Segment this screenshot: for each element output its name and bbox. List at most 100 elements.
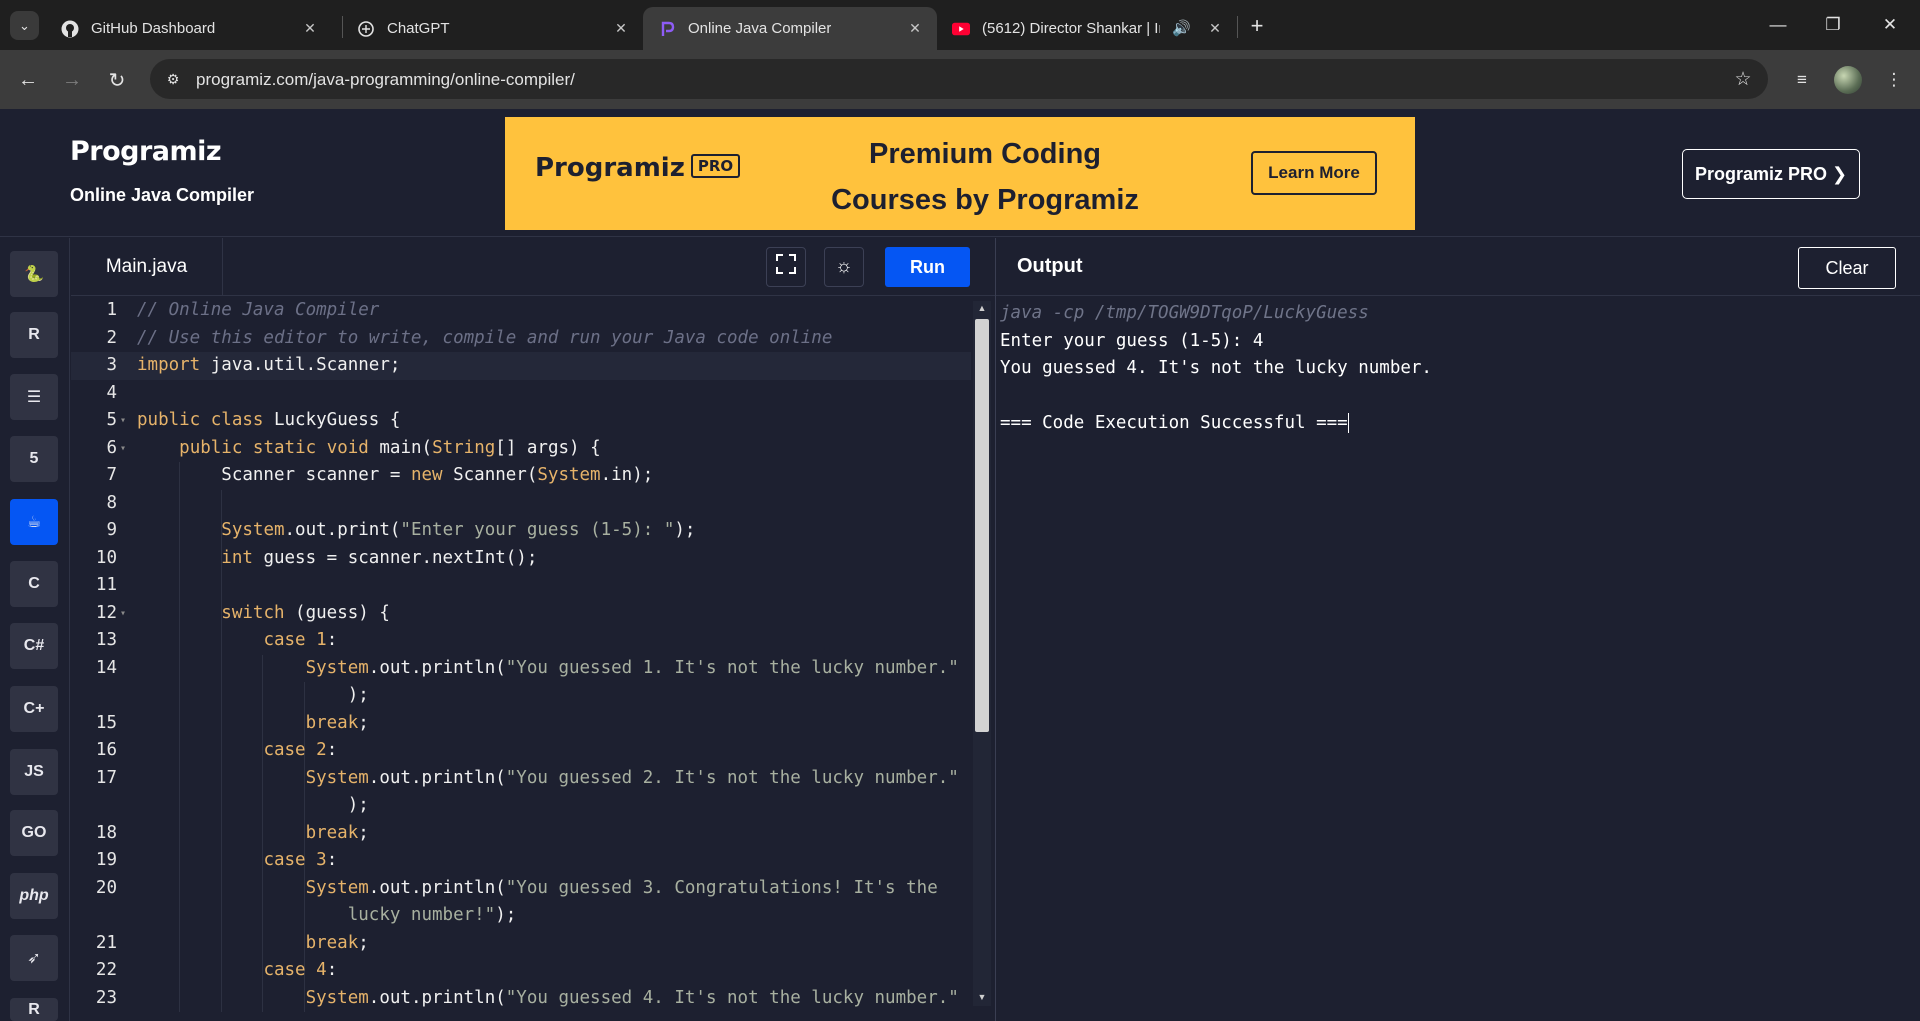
language-js-button[interactable]: JS	[10, 749, 58, 795]
chatgpt-icon	[357, 20, 375, 38]
code-line[interactable]: 4	[71, 380, 971, 408]
reload-button[interactable]: ↻	[102, 65, 132, 95]
code-line[interactable]: 1 // Online Java Compiler	[71, 297, 971, 325]
code-line[interactable]: 12 ▾ switch (guess) {	[71, 600, 971, 628]
close-window-button[interactable]: ✕	[1875, 10, 1905, 40]
new-tab-button[interactable]: +	[1244, 13, 1270, 39]
code-line[interactable]: 16 case 2:	[71, 737, 971, 765]
language-python-button[interactable]: 🐍	[10, 251, 58, 297]
editor-toolbar: Main.java ☼ Run	[71, 238, 996, 296]
code-text: case 4:	[263, 960, 338, 980]
code-line[interactable]: 13 case 1:	[71, 627, 971, 655]
code-line[interactable]: );	[71, 792, 971, 820]
media-control-icon[interactable]: ≡	[1787, 65, 1817, 95]
language-java-button[interactable]: ☕	[10, 499, 58, 545]
tab-title: Online Java Compiler	[688, 20, 832, 37]
fold-arrow-icon[interactable]: ▾	[120, 600, 126, 628]
github-icon	[61, 20, 79, 38]
avatar[interactable]	[1834, 66, 1862, 94]
tab-online-java-compiler[interactable]: Online Java Compiler ✕	[643, 7, 937, 50]
code-text: switch (guess) {	[221, 602, 390, 623]
close-icon[interactable]: ✕	[300, 18, 320, 38]
language-rust-button[interactable]: R	[10, 998, 58, 1021]
code-line[interactable]: 8	[71, 490, 971, 518]
close-icon[interactable]: ✕	[905, 18, 925, 38]
code-line[interactable]: 18 break;	[71, 820, 971, 848]
line-number: 8	[106, 492, 117, 513]
code-line[interactable]: );	[71, 682, 971, 710]
code-line[interactable]: 23 System.out.println("You guessed 4. It…	[71, 985, 971, 1013]
fold-arrow-icon[interactable]: ▾	[120, 407, 126, 435]
promo-banner[interactable]: Programiz PRO Premium Coding Courses by P…	[505, 117, 1415, 230]
code-line[interactable]: 15 break;	[71, 710, 971, 738]
scroll-up-arrow-icon[interactable]: ▲	[976, 303, 988, 313]
line-number: 5	[106, 410, 117, 430]
language-html-button[interactable]: 5	[10, 436, 58, 482]
language-csharp-button[interactable]: C#	[10, 623, 58, 669]
back-button[interactable]: ←	[13, 65, 43, 95]
swift-icon: ➶	[27, 950, 41, 967]
code-line[interactable]: 9 System.out.print("Enter your guess (1-…	[71, 517, 971, 545]
tab-youtube[interactable]: (5612) Director Shankar | In 🔊 ✕	[937, 7, 1237, 50]
theme-toggle-button[interactable]: ☼	[824, 247, 864, 287]
close-icon[interactable]: ✕	[611, 18, 631, 38]
chevron-down-icon: ⌄	[19, 17, 30, 33]
language-swift-button[interactable]: ➶	[10, 935, 58, 981]
language-r-button[interactable]: R	[10, 312, 58, 358]
editor-scrollbar[interactable]: ▲ ▼	[973, 301, 991, 1006]
output-command: java -cp /tmp/TOGW9DTqoP/LuckyGuess	[1000, 303, 1369, 323]
code-line[interactable]: 5 ▾ public class LuckyGuess {	[71, 407, 971, 435]
learn-more-button[interactable]: Learn More	[1251, 151, 1377, 195]
scroll-down-arrow-icon[interactable]: ▼	[976, 992, 988, 1002]
scrollbar-thumb[interactable]	[975, 319, 989, 732]
code-line[interactable]: 21 break;	[71, 930, 971, 958]
programiz-pro-button[interactable]: Programiz PRO ❯	[1682, 149, 1860, 199]
tab-github[interactable]: GitHub Dashboard ✕	[46, 7, 332, 50]
code-line[interactable]: 2 // Use this editor to write, compile an…	[71, 325, 971, 353]
code-line[interactable]: 10 int guess = scanner.nextInt();	[71, 545, 971, 573]
run-button[interactable]: Run	[885, 247, 970, 287]
clear-button[interactable]: Clear	[1798, 247, 1896, 289]
line-number: 18	[95, 822, 117, 843]
code-line[interactable]: 3 import java.util.Scanner;	[71, 352, 971, 380]
code-line[interactable]: 14 System.out.println("You guessed 1. It…	[71, 655, 971, 683]
close-icon[interactable]: ✕	[1205, 18, 1225, 38]
tab-chatgpt[interactable]: ChatGPT ✕	[342, 7, 643, 50]
restore-button[interactable]: ❐	[1818, 10, 1848, 40]
language-go-button[interactable]: GO	[10, 810, 58, 856]
tab-search-button[interactable]: ⌄	[10, 11, 39, 40]
line-number: 11	[95, 575, 117, 595]
code-line[interactable]: 22 case 4:	[71, 957, 971, 985]
code-line[interactable]: 19 case 3:	[71, 847, 971, 875]
output-console[interactable]: java -cp /tmp/TOGW9DTqoP/LuckyGuess Ente…	[996, 297, 1920, 1021]
language-sql-button[interactable]: ☰	[10, 374, 58, 420]
code-line[interactable]: 17 System.out.println("You guessed 2. It…	[71, 765, 971, 793]
language-cpp-button[interactable]: C+	[10, 686, 58, 732]
url-text[interactable]: programiz.com/java-programming/online-co…	[196, 70, 575, 90]
fullscreen-button[interactable]	[766, 247, 806, 287]
bookmark-star-icon[interactable]: ☆	[1730, 66, 1756, 92]
kebab-menu-icon[interactable]: ⋮	[1879, 65, 1909, 95]
code-line[interactable]: lucky number!");	[71, 902, 971, 930]
code-editor[interactable]: 1 // Online Java Compiler 2 // Use this edi…	[71, 297, 996, 1021]
code-line[interactable]: 20 System.out.println("You guessed 3. Co…	[71, 875, 971, 903]
speaker-icon[interactable]: 🔊	[1172, 19, 1191, 37]
programiz-logo[interactable]: Programiz	[70, 136, 222, 167]
forward-button[interactable]: →	[57, 65, 87, 95]
html-icon: 5	[29, 450, 39, 467]
file-tab-main-java[interactable]: Main.java	[71, 238, 223, 296]
code-line[interactable]: 7 Scanner scanner = new Scanner(System.i…	[71, 462, 971, 490]
code-line[interactable]: 6 ▾ public static void main(String[] args…	[71, 435, 971, 463]
language-c-button[interactable]: C	[10, 561, 58, 607]
minimize-button[interactable]: —	[1763, 10, 1793, 40]
code-text: System.out.print("Enter your guess (1-5)…	[221, 520, 696, 540]
language-php-button[interactable]: php	[10, 873, 58, 919]
code-line[interactable]: 11	[71, 572, 971, 600]
youtube-icon	[952, 20, 970, 38]
line-number: 7	[106, 465, 117, 485]
output-line: Enter your guess (1-5): 4	[1000, 330, 1264, 351]
address-bar[interactable]: ⚙ programiz.com/java-programming/online-…	[150, 59, 1768, 99]
line-number: 16	[95, 740, 117, 760]
site-info-icon[interactable]: ⚙	[161, 67, 185, 91]
fold-arrow-icon[interactable]: ▾	[120, 435, 126, 463]
